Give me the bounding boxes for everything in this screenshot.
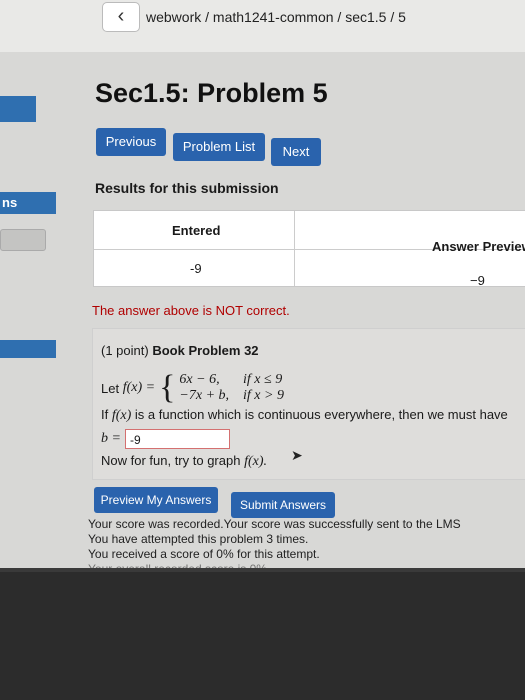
problem-header: (1 point) Book Problem 32 bbox=[101, 343, 259, 358]
results-table: Entered Answer Preview -9 −9 bbox=[93, 210, 525, 288]
left-brace-icon: { bbox=[159, 369, 176, 406]
condition-text-b: is a function which is continuous everyw… bbox=[134, 407, 508, 422]
mouse-pointer-icon: ➤ bbox=[291, 447, 303, 463]
score-line-1: Your score was recorded.Your score was s… bbox=[88, 517, 461, 531]
function-definition: Let f(x) = { 6x − 6, if x ≤ 9 −7x + b, i… bbox=[101, 371, 284, 405]
next-button[interactable]: Next bbox=[271, 138, 321, 166]
header-answer-preview: Answer Preview bbox=[432, 239, 525, 254]
top-bar: ‹ webwork / math1241-common / sec1.5 / 5 bbox=[0, 0, 525, 52]
let-prefix: Let bbox=[101, 380, 120, 396]
sidebar-item-partial[interactable]: ns bbox=[0, 192, 56, 214]
chevron-left-icon[interactable]: ‹ bbox=[102, 2, 140, 32]
fun-fx: f(x). bbox=[244, 454, 268, 469]
piecewise-cases: 6x − 6, if x ≤ 9 −7x + b, if x > 9 bbox=[179, 372, 284, 404]
preview-answers-button[interactable]: Preview My Answers bbox=[94, 487, 218, 513]
fx-label: f(x) = bbox=[122, 380, 156, 395]
preview-value: −9 bbox=[470, 273, 485, 288]
score-line-3: You received a score of 0% for this atte… bbox=[88, 547, 320, 561]
header-entered: Entered bbox=[172, 223, 221, 238]
condition-fx: f(x) bbox=[111, 408, 132, 423]
case2-condition: if x > 9 bbox=[243, 388, 284, 403]
problem-list-button[interactable]: Problem List bbox=[173, 133, 265, 161]
sidebar-item-active[interactable] bbox=[0, 340, 56, 358]
case1-condition: if x ≤ 9 bbox=[243, 372, 283, 387]
page-title: Sec1.5: Problem 5 bbox=[95, 78, 328, 108]
fun-text: Now for fun, try to graph bbox=[101, 453, 241, 468]
screen-bezel bbox=[0, 572, 525, 700]
submit-answers-button[interactable]: Submit Answers bbox=[231, 492, 335, 518]
answer-row: b = -9 bbox=[101, 429, 230, 449]
condition-text-a: If bbox=[101, 407, 109, 422]
sidebar-tab[interactable] bbox=[0, 229, 46, 251]
problem-name: Book Problem 32 bbox=[152, 343, 259, 358]
graph-prompt: Now for fun, try to graph f(x). bbox=[101, 453, 267, 470]
answer-input[interactable]: -9 bbox=[124, 429, 230, 449]
problem-points: (1 point) bbox=[101, 343, 149, 358]
case2-expression: −7x + b, bbox=[179, 388, 230, 403]
problem-box: (1 point) Book Problem 32 Let f(x) = { 6… bbox=[92, 328, 525, 480]
b-label: b = bbox=[101, 431, 121, 446]
sidebar-highlight[interactable] bbox=[0, 96, 36, 122]
breadcrumb[interactable]: webwork / math1241-common / sec1.5 / 5 bbox=[146, 9, 406, 25]
previous-button[interactable]: Previous bbox=[96, 128, 166, 156]
incorrect-message: The answer above is NOT correct. bbox=[92, 303, 290, 318]
results-heading: Results for this submission bbox=[95, 180, 279, 196]
score-line-2: You have attempted this problem 3 times. bbox=[88, 532, 309, 546]
entered-value: -9 bbox=[190, 261, 202, 276]
case1-expression: 6x − 6, bbox=[179, 372, 220, 387]
continuity-statement: If f(x) is a function which is continuou… bbox=[101, 407, 508, 424]
